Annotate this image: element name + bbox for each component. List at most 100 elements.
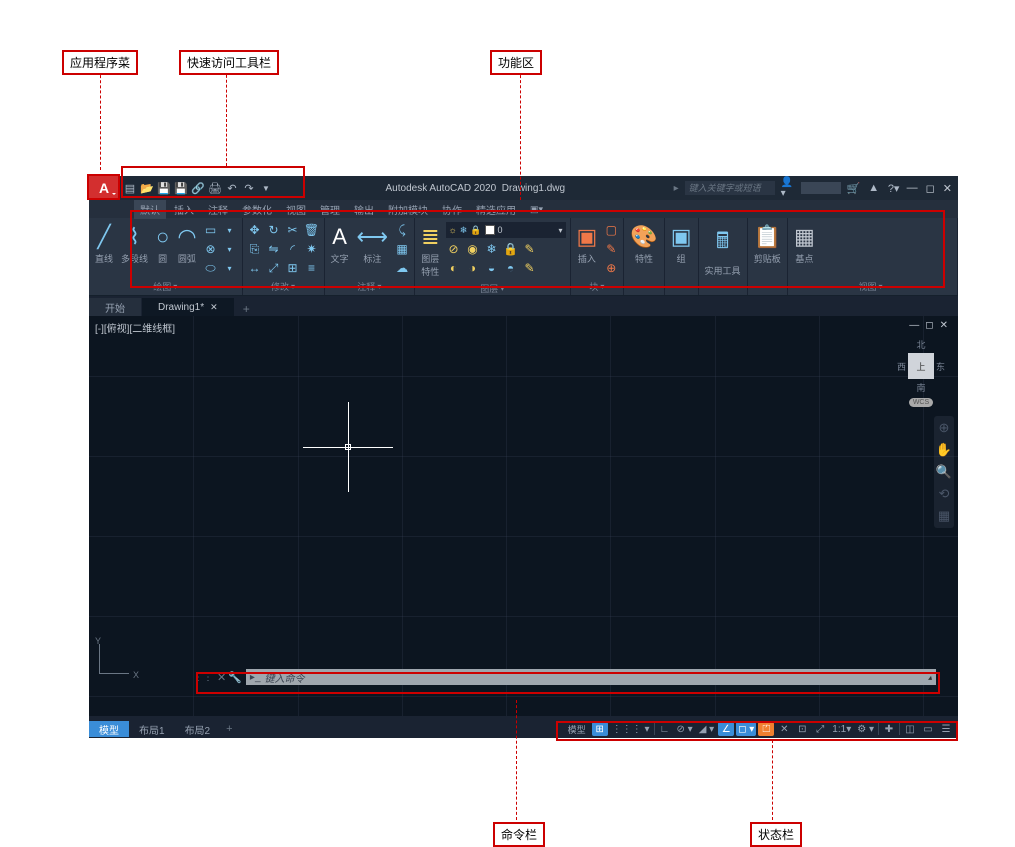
status-transparency-icon[interactable]: ✕ bbox=[776, 722, 792, 736]
mirror-icon[interactable]: ⇋ bbox=[266, 241, 282, 257]
edit-block-icon[interactable]: ✎ bbox=[603, 241, 619, 257]
plot-icon[interactable]: 🖨 bbox=[208, 181, 222, 195]
explode-icon[interactable]: ✷ bbox=[304, 241, 320, 257]
minimize-button[interactable]: — bbox=[907, 182, 918, 195]
status-qp-icon[interactable]: ✚ bbox=[881, 722, 897, 736]
viewcube[interactable]: 北 西 上 东 南 WCS bbox=[894, 338, 948, 408]
layer-props-tool[interactable]: ≣图层 特性 bbox=[419, 222, 441, 280]
tab-view[interactable]: 视图 bbox=[280, 200, 312, 219]
rect-icon[interactable]: ▭ bbox=[203, 222, 219, 238]
status-custom-icon[interactable]: ☰ bbox=[938, 722, 954, 736]
layer-icon[interactable]: ◐ bbox=[446, 260, 462, 276]
tab-featured[interactable]: 精选应用 bbox=[470, 200, 522, 219]
table-icon[interactable]: ▦ bbox=[394, 241, 410, 257]
tab-insert[interactable]: 插入 bbox=[168, 200, 200, 219]
status-polar-icon[interactable]: ⊘ ▾ bbox=[675, 722, 695, 736]
arc-tool[interactable]: ◠圆弧 bbox=[175, 222, 198, 267]
tab-annotate[interactable]: 注释 bbox=[202, 200, 234, 219]
status-gear-icon[interactable]: ⚙ ▾ bbox=[855, 722, 876, 736]
attr-icon[interactable]: ⊕ bbox=[603, 260, 619, 276]
layer-selector[interactable]: ☼❄🔒 0 ▾ bbox=[446, 222, 566, 238]
status-snap-icon[interactable]: ⋮⋮⋮ ▾ bbox=[610, 722, 652, 736]
ellipse-icon[interactable]: ⬭ bbox=[203, 260, 219, 276]
signin-icon[interactable]: 👤▾ bbox=[781, 181, 795, 195]
utilities-tool[interactable]: 🖩实用工具 bbox=[703, 222, 743, 279]
cloud-icon[interactable]: ☁ bbox=[394, 260, 410, 276]
vp-restore-icon[interactable]: ◻ bbox=[925, 320, 933, 331]
vp-close-icon[interactable]: ✕ bbox=[940, 320, 948, 331]
cmd-close-icon[interactable]: ✕ bbox=[217, 671, 226, 684]
hatch-icon[interactable]: ⊗ bbox=[203, 241, 219, 257]
status-scale[interactable]: 1:1 ▾ bbox=[830, 722, 853, 736]
wcs-label[interactable]: WCS bbox=[909, 398, 933, 407]
layout-model[interactable]: 模型 bbox=[89, 721, 129, 737]
offset-icon[interactable]: ≡ bbox=[304, 260, 320, 276]
showmotion-icon[interactable]: ▦ bbox=[938, 508, 950, 524]
help-icon[interactable]: ?▾ bbox=[887, 181, 901, 195]
status-cycling-icon[interactable]: ⊡ bbox=[794, 722, 810, 736]
leader-icon[interactable]: ⤹ bbox=[394, 222, 410, 238]
layer-icon[interactable]: ✎ bbox=[522, 260, 538, 276]
status-osnap-icon[interactable]: ◻ ▾ bbox=[736, 722, 756, 736]
maximize-button[interactable]: ◻ bbox=[926, 182, 935, 195]
zoom-icon[interactable]: 🔍 bbox=[936, 464, 952, 480]
layer-icon[interactable]: ◒ bbox=[484, 260, 500, 276]
clipboard-tool[interactable]: 📋剪贴板 bbox=[752, 222, 783, 267]
add-tab-button[interactable]: + bbox=[235, 302, 258, 316]
cmd-history-icon[interactable]: ▴ bbox=[928, 673, 932, 682]
pan-icon[interactable]: ✋ bbox=[936, 442, 952, 458]
layer-icon[interactable]: ◑ bbox=[465, 260, 481, 276]
copy-icon[interactable]: ⎘ bbox=[247, 241, 263, 257]
create-block-icon[interactable]: ▢ bbox=[603, 222, 619, 238]
status-ortho-icon[interactable]: ∟ bbox=[657, 722, 673, 736]
layermatch-icon[interactable]: ✎ bbox=[522, 241, 538, 257]
move-icon[interactable]: ✥ bbox=[247, 222, 263, 238]
cmd-wrench-icon[interactable]: 🔧 bbox=[228, 671, 242, 684]
dropdown-icon[interactable]: ▾ bbox=[222, 241, 238, 257]
command-input[interactable]: ▸_ 键入命令 ▴ bbox=[246, 669, 936, 685]
search-input[interactable]: 键入关键字或短语 bbox=[685, 181, 775, 195]
vp-minimize-icon[interactable]: — bbox=[909, 320, 919, 331]
fillet-icon[interactable]: ◜ bbox=[285, 241, 301, 257]
save-icon[interactable]: 💾 bbox=[157, 181, 171, 195]
tab-default[interactable]: 默认 bbox=[134, 200, 166, 219]
cloud-icon[interactable]: ▲ bbox=[867, 181, 881, 195]
status-clean-icon[interactable]: ▭ bbox=[920, 722, 936, 736]
layerfreeze-icon[interactable]: ❄ bbox=[484, 241, 500, 257]
tab-parametric[interactable]: 参数化 bbox=[236, 200, 278, 219]
add-layout-button[interactable]: + bbox=[220, 723, 238, 735]
layeroff-icon[interactable]: ⊘ bbox=[446, 241, 462, 257]
layout-1[interactable]: 布局1 bbox=[129, 721, 175, 737]
group-tool[interactable]: ▣组 bbox=[669, 222, 694, 267]
properties-tool[interactable]: 🎨特性 bbox=[628, 222, 659, 267]
status-grid-icon[interactable]: ⊞ bbox=[592, 722, 608, 736]
array-icon[interactable]: ⊞ bbox=[285, 260, 301, 276]
new-icon[interactable]: ▤ bbox=[123, 181, 137, 195]
basepoint-tool[interactable]: ▦基点 bbox=[792, 222, 817, 267]
dropdown-icon[interactable]: ▾ bbox=[222, 260, 238, 276]
viewport-label[interactable]: [-][俯视][二维线框] bbox=[95, 320, 175, 335]
dropdown-icon[interactable]: ▾ bbox=[222, 222, 238, 238]
close-button[interactable]: ✕ bbox=[943, 182, 952, 195]
status-lwt-icon[interactable]: ⏍ bbox=[758, 722, 774, 736]
layout-2[interactable]: 布局2 bbox=[175, 721, 221, 737]
layerlock-icon[interactable]: 🔒 bbox=[503, 241, 519, 257]
scale-icon[interactable]: ⤢ bbox=[266, 260, 282, 276]
close-tab-icon[interactable]: ✕ bbox=[210, 302, 218, 313]
tab-addins[interactable]: 附加模块 bbox=[382, 200, 434, 219]
rotate-icon[interactable]: ↻ bbox=[266, 222, 282, 238]
app-menu-button[interactable]: A bbox=[89, 176, 119, 200]
orbit-icon[interactable]: ⟲ bbox=[939, 486, 950, 502]
status-annoscale-icon[interactable]: ⤢ bbox=[812, 722, 828, 736]
stretch-icon[interactable]: ↔ bbox=[247, 260, 263, 276]
fullnav-icon[interactable]: ⊕ bbox=[939, 420, 950, 436]
redo-icon[interactable]: ↷ bbox=[242, 181, 256, 195]
tab-manage[interactable]: 管理 bbox=[314, 200, 346, 219]
circle-tool[interactable]: ○圆 bbox=[154, 222, 171, 267]
undo-icon[interactable]: ↶ bbox=[225, 181, 239, 195]
status-model[interactable]: 模型 bbox=[564, 722, 590, 736]
tab-expand-icon[interactable]: ▣▾ bbox=[524, 202, 549, 217]
viewcube-face[interactable]: 上 bbox=[908, 353, 934, 379]
insert-tool[interactable]: ▣插入 bbox=[575, 222, 600, 267]
tab-collab[interactable]: 协作 bbox=[436, 200, 468, 219]
